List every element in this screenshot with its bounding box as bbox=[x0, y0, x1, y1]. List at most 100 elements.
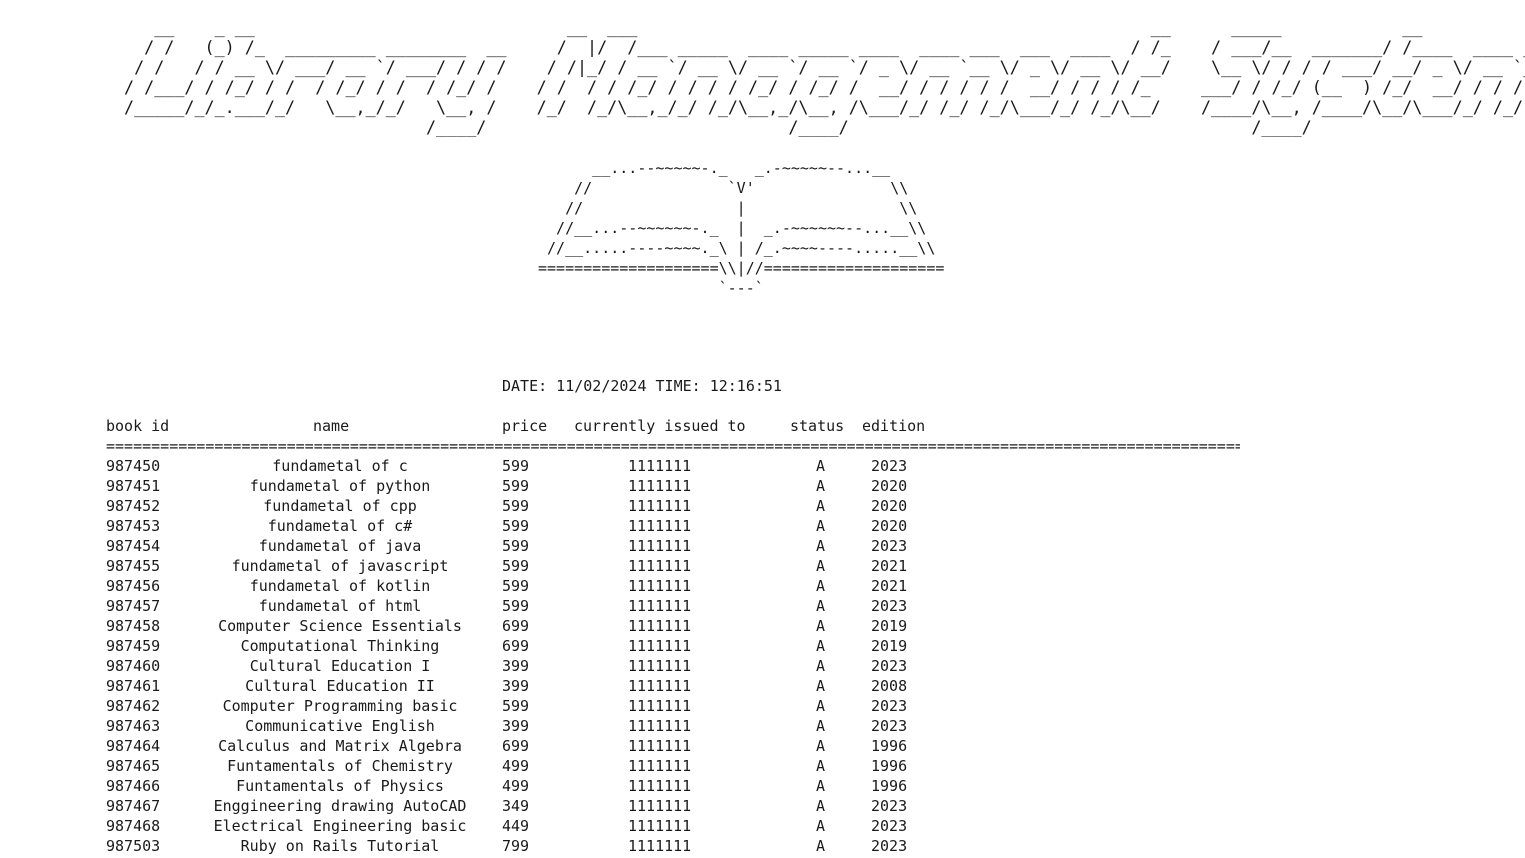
cell-price: 599 bbox=[502, 477, 530, 495]
console-window: __ _ __ __ ___ __ _____ __ / / (_) /_ __… bbox=[0, 0, 1525, 858]
cell-edition: 2020 bbox=[871, 517, 908, 535]
cell-price: 599 bbox=[502, 517, 530, 535]
cell-issued-to: 1111111 bbox=[628, 477, 692, 495]
cell-book-id: 987468 bbox=[106, 817, 161, 835]
cell-book-id: 987464 bbox=[106, 737, 161, 755]
cell-price: 599 bbox=[502, 457, 530, 475]
cell-issued-to: 1111111 bbox=[628, 537, 692, 555]
cell-price: 349 bbox=[502, 797, 530, 815]
cell-book-id: 987450 bbox=[106, 457, 161, 475]
cell-status: A bbox=[816, 837, 826, 855]
cell-price: 599 bbox=[502, 577, 530, 595]
cell-status: A bbox=[816, 597, 826, 615]
cell-edition: 2023 bbox=[871, 837, 908, 855]
cell-name: fundametal of html bbox=[258, 597, 422, 615]
cell-issued-to: 1111111 bbox=[628, 557, 692, 575]
cell-status: A bbox=[816, 677, 826, 695]
cell-price: 449 bbox=[502, 817, 530, 835]
cell-issued-to: 1111111 bbox=[628, 777, 692, 795]
cell-edition: 2023 bbox=[871, 657, 908, 675]
cell-price: 599 bbox=[502, 537, 530, 555]
header-name: name bbox=[313, 417, 350, 435]
cell-issued-to: 1111111 bbox=[628, 657, 692, 675]
cell-issued-to: 1111111 bbox=[628, 517, 692, 535]
cell-edition: 2021 bbox=[871, 577, 908, 595]
cell-status: A bbox=[816, 537, 826, 555]
ascii-book-illustration: __...--~~~~~-._ _.-~~~~~--...__ // `V' \… bbox=[538, 159, 945, 297]
header-status: status bbox=[790, 417, 845, 435]
cell-edition: 2008 bbox=[871, 677, 908, 695]
cell-edition: 2023 bbox=[871, 817, 908, 835]
header-issued-to: currently issued to bbox=[574, 417, 746, 435]
cell-book-id: 987456 bbox=[106, 577, 161, 595]
cell-book-id: 987452 bbox=[106, 497, 161, 515]
cell-status: A bbox=[816, 817, 826, 835]
cell-price: 699 bbox=[502, 737, 530, 755]
table-separator: ========================================… bbox=[106, 437, 1240, 455]
cell-book-id: 987458 bbox=[106, 617, 161, 635]
header-edition: edition bbox=[862, 417, 926, 435]
cell-status: A bbox=[816, 777, 826, 795]
cell-issued-to: 1111111 bbox=[628, 577, 692, 595]
cell-name: Ruby on Rails Tutorial bbox=[240, 837, 440, 855]
cell-name: Calculus and Matrix Algebra bbox=[218, 737, 462, 755]
cell-edition: 2023 bbox=[871, 457, 908, 475]
cell-name: fundametal of c bbox=[272, 457, 408, 475]
cell-issued-to: 1111111 bbox=[628, 757, 692, 775]
ascii-title-banner: __ _ __ __ ___ __ _____ __ / / (_) /_ __… bbox=[124, 18, 1525, 137]
cell-edition: 2019 bbox=[871, 637, 908, 655]
cell-name: Cultural Education I bbox=[249, 657, 431, 675]
cell-name: fundametal of c# bbox=[267, 517, 413, 535]
cell-price: 599 bbox=[502, 697, 530, 715]
cell-price: 499 bbox=[502, 777, 530, 795]
cell-book-id: 987459 bbox=[106, 637, 161, 655]
cell-price: 699 bbox=[502, 617, 530, 635]
cell-name: fundametal of python bbox=[249, 477, 431, 495]
cell-status: A bbox=[816, 477, 826, 495]
cell-issued-to: 1111111 bbox=[628, 457, 692, 475]
cell-name: fundametal of javascript bbox=[231, 557, 449, 575]
cell-issued-to: 1111111 bbox=[628, 837, 692, 855]
cell-issued-to: 1111111 bbox=[628, 697, 692, 715]
cell-name: fundametal of kotlin bbox=[249, 577, 431, 595]
cell-issued-to: 1111111 bbox=[628, 717, 692, 735]
cell-edition: 2020 bbox=[871, 477, 908, 495]
cell-price: 399 bbox=[502, 657, 530, 675]
cell-price: 399 bbox=[502, 717, 530, 735]
cell-edition: 2021 bbox=[871, 557, 908, 575]
cell-book-id: 987461 bbox=[106, 677, 161, 695]
cell-name: fundametal of java bbox=[258, 537, 422, 555]
cell-name: fundametal of cpp bbox=[263, 497, 417, 515]
cell-price: 599 bbox=[502, 497, 530, 515]
cell-book-id: 987454 bbox=[106, 537, 161, 555]
cell-price: 599 bbox=[502, 557, 530, 575]
cell-book-id: 987465 bbox=[106, 757, 161, 775]
date-time-line: DATE: 11/02/2024 TIME: 12:16:51 bbox=[502, 377, 782, 395]
cell-book-id: 987463 bbox=[106, 717, 161, 735]
table-header: book id name price currently issued to s… bbox=[0, 416, 925, 436]
header-book-id: book id bbox=[106, 417, 170, 435]
cell-issued-to: 1111111 bbox=[628, 597, 692, 615]
cell-book-id: 987457 bbox=[106, 597, 161, 615]
cell-edition: 1996 bbox=[871, 757, 908, 775]
cell-issued-to: 1111111 bbox=[628, 497, 692, 515]
cell-book-id: 987455 bbox=[106, 557, 161, 575]
cell-book-id: 987466 bbox=[106, 777, 161, 795]
header-price: price bbox=[502, 417, 548, 435]
cell-name: Enggineering drawing AutoCAD bbox=[213, 797, 467, 815]
cell-status: A bbox=[816, 757, 826, 775]
cell-price: 699 bbox=[502, 637, 530, 655]
cell-status: A bbox=[816, 497, 826, 515]
cell-book-id: 987462 bbox=[106, 697, 161, 715]
cell-edition: 2023 bbox=[871, 537, 908, 555]
cell-name: Electrical Engineering basic bbox=[213, 817, 467, 835]
cell-status: A bbox=[816, 617, 826, 635]
cell-name: Funtamentals of Physics bbox=[236, 777, 444, 795]
cell-status: A bbox=[816, 637, 826, 655]
cell-edition: 2023 bbox=[871, 717, 908, 735]
cell-name: Computer Science Essentials bbox=[218, 617, 462, 635]
cell-name: Communicative English bbox=[245, 717, 435, 735]
cell-edition: 2023 bbox=[871, 797, 908, 815]
cell-price: 499 bbox=[502, 757, 530, 775]
cell-issued-to: 1111111 bbox=[628, 737, 692, 755]
